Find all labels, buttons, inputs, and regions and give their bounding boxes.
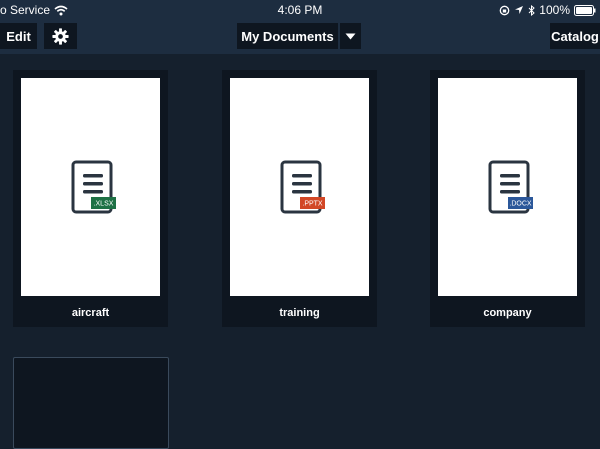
battery-icon [574,4,596,16]
rotation-lock-icon [499,5,510,15]
document-name: training [279,307,320,319]
file-ext-label: .DOCX [509,201,532,208]
edit-label: Edit [6,28,31,44]
bluetooth-icon [528,4,536,16]
xlsx-file-icon: .XLSX [71,160,116,214]
gear-icon [52,27,69,45]
location-title-button[interactable]: My Documents [237,23,338,49]
pptx-file-icon: .PPTX [280,160,325,214]
status-bar: o Service 4:06 PM 100% [0,0,600,20]
dropdown-button[interactable] [340,23,361,49]
toolbar-title: My Documents [241,28,334,44]
status-right: 100% [499,3,596,17]
battery-percent: 100% [539,3,570,17]
file-ext-label: .PPTX [302,201,323,208]
toolbar: Edit My Documents Catalog [0,20,600,54]
document-thumbnail: .PPTX [230,78,369,296]
document-card-training[interactable]: .PPTX training [222,70,377,327]
document-name: aircraft [71,307,110,319]
location-icon [515,6,524,14]
docx-file-icon: .DOCX [488,160,533,214]
document-grid: .XLSX aircraft .PPTX training .DOCX comp… [0,54,600,449]
document-thumbnail: .XLSX [21,78,160,296]
catalog-label: Catalog [551,28,599,44]
file-ext-label: .XLSX [94,201,114,208]
caret-down-icon [345,33,356,39]
document-card-aircraft[interactable]: .XLSX aircraft [13,70,168,327]
document-card-company[interactable]: .DOCX company [430,70,585,327]
document-thumbnail: .DOCX [438,78,577,296]
document-card-empty[interactable] [13,357,169,449]
document-name: company [483,307,532,319]
edit-button[interactable]: Edit [0,23,37,49]
settings-button[interactable] [44,23,77,49]
catalog-button[interactable]: Catalog [550,23,600,49]
